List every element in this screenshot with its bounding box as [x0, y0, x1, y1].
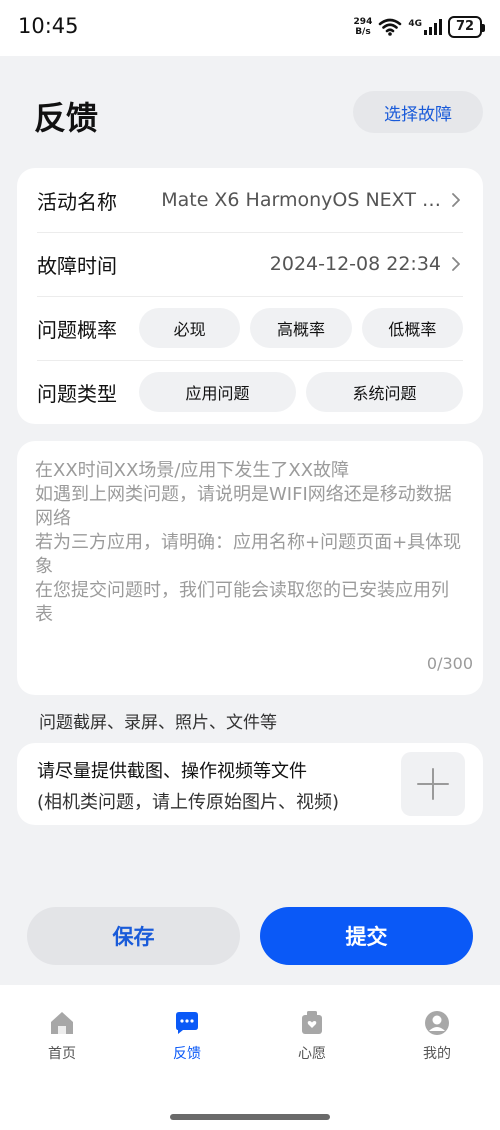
activity-label: 活动名称	[37, 189, 117, 214]
save-button[interactable]: 保存	[27, 907, 240, 965]
plus-icon	[417, 768, 449, 800]
wish-box-icon	[302, 1011, 322, 1034]
chevron-right-icon	[452, 257, 460, 271]
fault-time-row[interactable]: 故障时间 2024-12-08 22:34	[37, 232, 463, 296]
tab-profile-label: 我的	[423, 1046, 451, 1062]
tab-feedback-label: 反馈	[173, 1046, 201, 1062]
network-speed: 294 B/s	[353, 17, 373, 37]
issue-type-option-app[interactable]: 应用问题	[139, 372, 296, 412]
attachments-title: 问题截屏、录屏、照片、文件等	[39, 713, 277, 733]
tab-wish-label: 心愿	[298, 1046, 326, 1062]
chevron-right-icon	[452, 193, 460, 207]
probability-options: 必现 高概率 低概率	[139, 308, 463, 348]
attachments-subhint: (相机类问题，请上传原始图片、视频)	[37, 792, 340, 813]
issue-type-label: 问题类型	[37, 381, 117, 406]
issue-type-options: 应用问题 系统问题	[139, 372, 463, 412]
fault-time-value: 2024-12-08 22:34	[269, 253, 441, 275]
submit-button[interactable]: 提交	[260, 907, 473, 965]
signal-type-label: 4G	[408, 19, 422, 29]
feedback-chat-icon	[176, 1012, 198, 1034]
probability-label: 问题概率	[37, 317, 117, 342]
tab-feedback[interactable]: 反馈	[142, 1009, 232, 1063]
tab-home[interactable]: 首页	[17, 1009, 107, 1063]
tab-profile[interactable]: 我的	[392, 1009, 482, 1063]
feedback-form-card: 活动名称 Mate X6 HarmonyOS NEXT … 故障时间 2024-…	[17, 168, 483, 424]
profile-icon	[425, 1011, 449, 1035]
home-indicator[interactable]	[170, 1114, 330, 1120]
add-attachment-button[interactable]	[401, 752, 465, 816]
status-time: 10:45	[18, 14, 79, 38]
issue-type-option-system[interactable]: 系统问题	[306, 372, 463, 412]
cell-signal-icon	[424, 19, 442, 35]
activity-row[interactable]: 活动名称 Mate X6 HarmonyOS NEXT …	[37, 168, 463, 232]
attachments-card: 请尽量提供截图、操作视频等文件 (相机类问题，请上传原始图片、视频)	[17, 743, 483, 825]
page-title: 反馈	[34, 99, 99, 137]
attachments-hint: 请尽量提供截图、操作视频等文件	[37, 761, 307, 782]
probability-row: 问题概率 必现 高概率 低概率	[37, 296, 463, 360]
character-counter: 0/300	[426, 654, 473, 673]
probability-option-low[interactable]: 低概率	[361, 308, 463, 348]
fault-time-label: 故障时间	[37, 253, 117, 278]
status-icons: 294 B/s 4G 72	[353, 16, 485, 38]
battery-indicator: 72	[448, 16, 485, 38]
select-fault-button[interactable]: 选择故障	[353, 91, 483, 133]
status-bar: 10:45 294 B/s 4G 72	[0, 0, 500, 56]
issue-type-row: 问题类型 应用问题 系统问题	[37, 360, 463, 424]
bottom-tab-bar: 首页 反馈 心愿 我的	[0, 985, 500, 1130]
description-input[interactable]: 在XX时间XX场景/应用下发生了XX故障 如遇到上网类问题，请说明是WIFI网络…	[17, 441, 483, 695]
home-icon	[51, 1012, 73, 1034]
tab-wish[interactable]: 心愿	[267, 1009, 357, 1063]
wifi-icon	[379, 18, 402, 36]
description-placeholder: 在XX时间XX场景/应用下发生了XX故障 如遇到上网类问题，请说明是WIFI网络…	[35, 460, 462, 625]
tab-home-label: 首页	[48, 1046, 76, 1062]
probability-option-high[interactable]: 高概率	[250, 308, 352, 348]
activity-value: Mate X6 HarmonyOS NEXT …	[161, 189, 441, 211]
probability-option-always[interactable]: 必现	[139, 308, 241, 348]
